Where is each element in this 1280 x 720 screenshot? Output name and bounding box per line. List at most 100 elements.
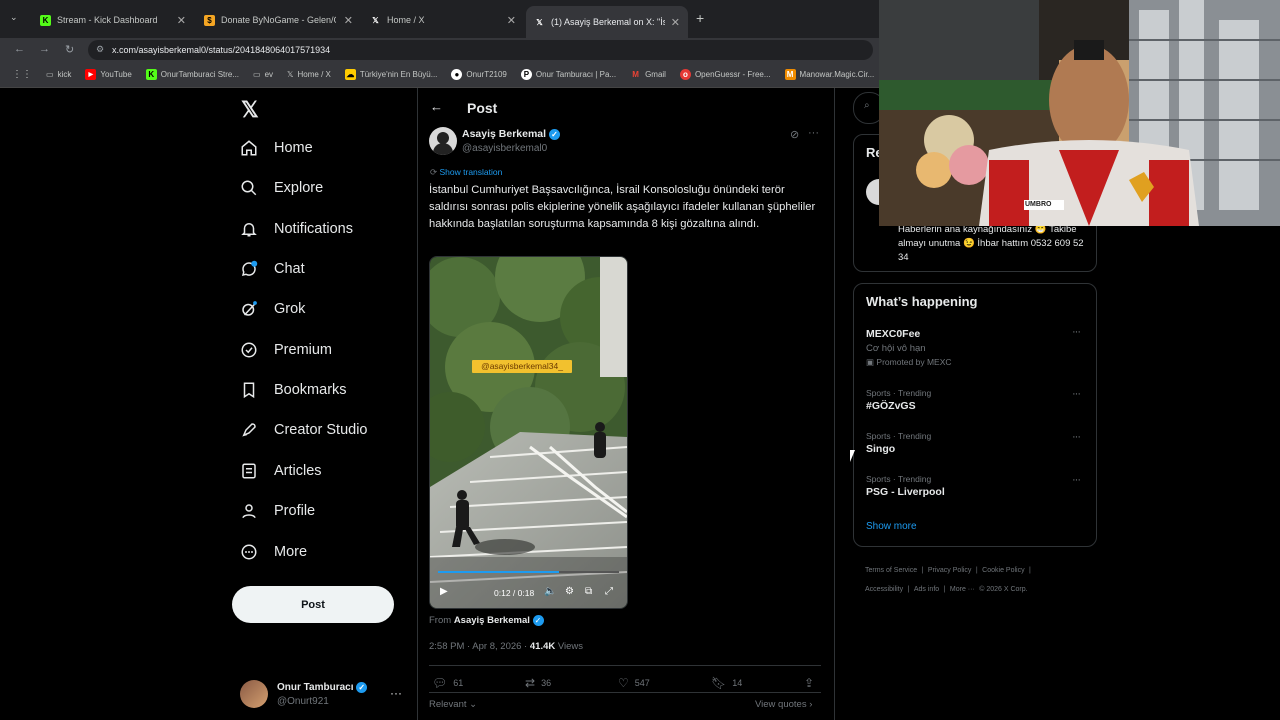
close-icon[interactable]: ✕: [344, 14, 353, 27]
x-logo-icon: 𝕏: [287, 70, 294, 79]
webcam-video: [879, 0, 1280, 226]
tab-home-x[interactable]: 𝕏 Home / X ✕: [362, 6, 524, 34]
nav-bookmarks[interactable]: Bookmarks: [240, 381, 347, 399]
site-info-icon[interactable]: ⚙: [96, 44, 104, 55]
tab-donate[interactable]: $ Donate ByNoGame - Gelen/Gid... ✕: [196, 6, 361, 34]
nav-explore[interactable]: Explore: [240, 179, 323, 197]
bookmark-manowar[interactable]: M Manowar.Magic.Cir...: [784, 69, 874, 80]
close-icon[interactable]: ✕: [507, 14, 516, 27]
kick-icon: K: [145, 69, 157, 80]
url-input[interactable]: ⚙ x.com/asayisberkemal0/status/204184806…: [88, 40, 873, 60]
nav-chat[interactable]: Chat: [240, 260, 305, 278]
reply-button[interactable]: 💬︎ 61: [432, 676, 463, 690]
bell-icon: [241, 223, 257, 237]
tab-search-icon[interactable]: ⌄: [10, 12, 18, 23]
new-tab-icon[interactable]: +: [696, 10, 704, 26]
trend-more-icon[interactable]: ···: [1072, 388, 1081, 400]
author-avatar[interactable]: [429, 127, 457, 155]
nav-premium[interactable]: Premium: [240, 341, 332, 359]
close-icon[interactable]: ✕: [177, 14, 186, 27]
verified-icon: ✓: [532, 615, 544, 626]
bookmark-patreon[interactable]: P Onur Tamburacı | Pa...: [520, 69, 616, 80]
author-name[interactable]: Asayiş Berkemal ✓: [462, 128, 560, 140]
show-more-link[interactable]: Show more: [866, 521, 917, 532]
tab-kick-dashboard[interactable]: K Stream - Kick Dashboard ✕: [32, 6, 194, 34]
nav-notifications[interactable]: Notifications: [240, 220, 353, 238]
account-handle: @Onurt921: [277, 696, 329, 707]
openguessr-icon: o: [679, 69, 691, 80]
grok-icon[interactable]: ⊘: [790, 128, 799, 141]
like-button[interactable]: ♡ 547: [618, 676, 650, 690]
video-player[interactable]: @asayisberkemal34_ ▶ 0:12 / 0:18 🔈 ⚙ ⧉ ⤢: [429, 256, 628, 609]
trend-item[interactable]: Sports · Trending #GÖZvGS: [866, 388, 931, 412]
tab-active-post[interactable]: 𝕏 (1) Asayiş Berkemal on X: "İstan... ✕: [526, 6, 688, 38]
pip-icon[interactable]: ⧉: [585, 586, 592, 597]
apps-grid-icon[interactable]: ⋮⋮: [12, 69, 32, 80]
video-watermark: @asayisberkemal34_: [481, 361, 563, 371]
bookmarks-bar: ⋮⋮ ▭ kick ▶ YouTube K OnurTamburaci Stre...…: [0, 62, 880, 88]
back-icon[interactable]: ←: [14, 43, 25, 55]
video-time: 0:12 / 0:18: [494, 588, 535, 598]
view-quotes-link[interactable]: View quotes ›: [755, 699, 812, 710]
x-logo-icon[interactable]: 𝕏: [241, 97, 259, 123]
reload-icon[interactable]: ↻: [65, 43, 74, 56]
bookmark-ev[interactable]: ▭ ev: [253, 70, 273, 79]
forward-icon[interactable]: →: [39, 43, 50, 55]
bookmark-onurt2109[interactable]: ● OnurT2109: [451, 69, 507, 80]
nav-profile[interactable]: Profile: [240, 502, 315, 520]
nav-home[interactable]: Home: [240, 139, 313, 157]
post-timestamp: 2:58 PM · Apr 8, 2026 · 41.4K Views: [429, 641, 584, 652]
share-icon: ⇪: [804, 676, 815, 690]
trend-item[interactable]: Sports · Trending PSG - Liverpool: [866, 474, 945, 498]
nav-more[interactable]: More: [240, 543, 307, 561]
trend-more-icon[interactable]: ···: [1072, 431, 1081, 443]
nav-creator-studio[interactable]: Creator Studio: [240, 421, 368, 439]
nav-grok[interactable]: Grok: [240, 300, 305, 318]
author-handle: @asayisberkemal0: [462, 143, 548, 154]
account-menu-icon[interactable]: ···: [390, 686, 402, 700]
bookmark-onurtamburaci-stream[interactable]: K OnurTamburaci Stre...: [145, 69, 239, 80]
verified-icon: ✓: [548, 128, 560, 140]
nav-articles[interactable]: Articles: [240, 462, 322, 480]
bookmark-button[interactable]: 🔖︎ 14: [711, 676, 742, 690]
folder-icon: ▭: [253, 70, 261, 79]
avatar[interactable]: [240, 680, 268, 708]
sort-relevant-dropdown[interactable]: Relevant ⌄: [429, 699, 477, 710]
article-icon: [242, 463, 256, 479]
translate-icon: ⟳: [430, 167, 438, 177]
bookmark-youtube[interactable]: ▶ YouTube: [85, 69, 132, 80]
repost-button[interactable]: ⇄ 36: [525, 676, 551, 690]
trend-more-icon[interactable]: ···: [1072, 326, 1081, 338]
show-translation-link[interactable]: ⟳ Show translation: [430, 167, 502, 178]
share-button[interactable]: ⇪: [804, 676, 814, 690]
section-title: What’s happening: [866, 294, 978, 309]
post-button[interactable]: Post: [232, 586, 394, 623]
trend-item[interactable]: Sports · Trending Singo: [866, 431, 931, 455]
youtube-icon: ▶: [85, 69, 97, 80]
bookmark-kick[interactable]: ▭ kick: [46, 70, 71, 79]
trend-more-icon[interactable]: ···: [1072, 474, 1081, 486]
manowar-icon: M: [784, 69, 796, 80]
bookmark-openguessr[interactable]: o OpenGuessr - Free...: [679, 69, 771, 80]
video-progress-bar[interactable]: [438, 571, 559, 573]
folder-icon: ▭: [46, 70, 54, 79]
chevron-right-icon: ›: [809, 699, 813, 710]
bookmark-home-x[interactable]: 𝕏 Home / X: [287, 70, 331, 79]
trend-item[interactable]: MEXC0Fee Cơ hội vô hạn ▣ Promoted by MEX…: [866, 328, 952, 368]
more-options-icon[interactable]: ···: [808, 127, 819, 139]
more-circle-icon: [241, 544, 257, 560]
grok-icon: [242, 301, 257, 316]
back-arrow-icon[interactable]: ←: [430, 99, 443, 114]
play-icon[interactable]: ▶: [440, 586, 448, 597]
chat-icon: [241, 260, 258, 277]
search-icon: ⌕: [864, 100, 870, 111]
volume-icon[interactable]: 🔈: [544, 586, 556, 597]
close-icon[interactable]: ✕: [671, 16, 680, 29]
post-text: İstanbul Cumhuriyet Başsavcılığınca, İsr…: [429, 184, 816, 230]
mouse-cursor-icon: [850, 450, 855, 462]
fullscreen-icon[interactable]: ⤢: [605, 586, 613, 597]
bookmark-gmail[interactable]: M Gmail: [630, 69, 666, 80]
x-logo-icon: 𝕏: [372, 15, 379, 25]
bookmark-turkiye[interactable]: ☁ Türkiye'nin En Büyü...: [344, 69, 437, 80]
settings-icon[interactable]: ⚙: [565, 586, 574, 597]
